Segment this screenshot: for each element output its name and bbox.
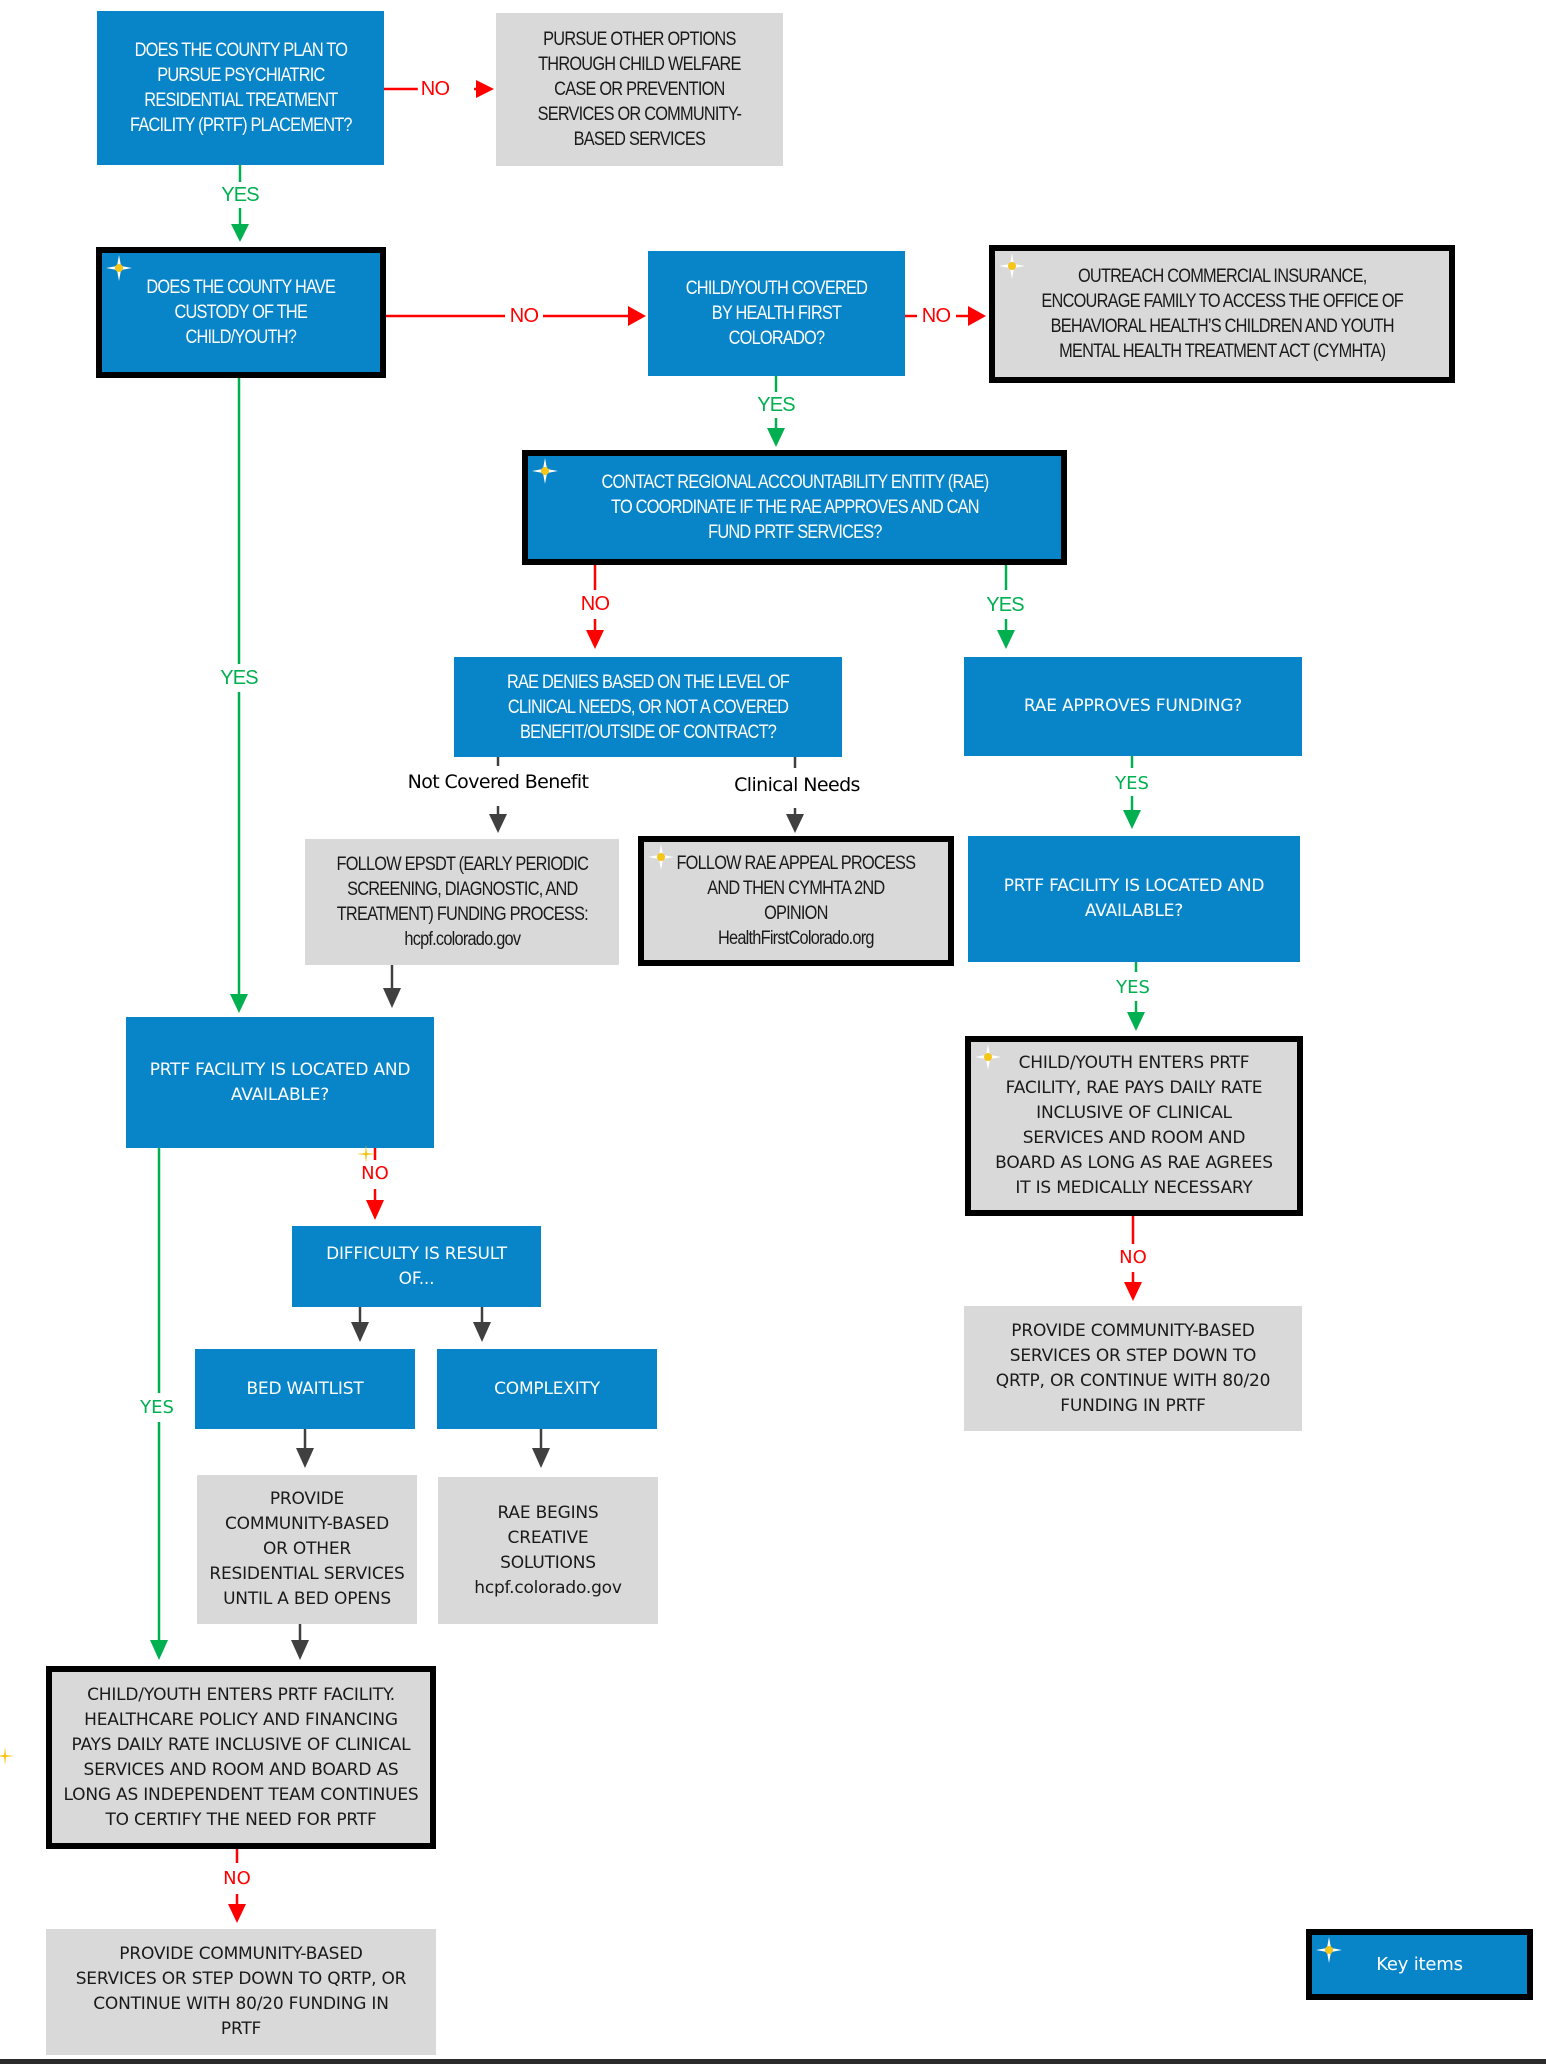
outcome-provide-residential-text: PROVIDE COMMUNITY-BASED OR OTHER RESIDEN… [209, 1489, 405, 1609]
sparkle-star-icon [357, 1145, 375, 1163]
outcome-provide-community-left-text: PROVIDE COMMUNITY-BASED SERVICES OR STEP… [75, 1944, 407, 2039]
decision-rae-approves: RAE APPROVES FUNDING? [964, 657, 1302, 756]
option-complexity-text: COMPLEXITY [494, 1378, 600, 1399]
decision-pursue-prtf: DOES THE COUNTY PLAN TO PURSUE PSYCHIATR… [97, 11, 384, 165]
option-bed-waitlist: BED WAITLIST [195, 1349, 415, 1429]
decision-pursue-prtf-text: DOES THE COUNTY PLAN TO PURSUE PSYCHIATR… [129, 40, 352, 136]
outcome-outreach-commercial: OUTREACH COMMERCIAL INSURANCE, ENCOURAGE… [989, 245, 1455, 383]
step-difficulty-result-text: DIFFICULTY IS RESULT OF... [326, 1243, 507, 1289]
outcome-pursue-other-options: PURSUE OTHER OPTIONS THROUGH CHILD WELFA… [496, 13, 783, 166]
decision-prtf-located-left: PRTF FACILITY IS LOCATED AND AVAILABLE? [126, 1017, 434, 1148]
decision-county-custody: DOES THE COUNTY HAVE CUSTODY OF THE CHIL… [96, 247, 386, 378]
outcome-provide-community-left: PROVIDE COMMUNITY-BASED SERVICES OR STEP… [46, 1929, 436, 2055]
edge-label-q1-yes: YES [218, 184, 262, 206]
edge-label-not-covered-benefit: Not Covered Benefit [404, 771, 592, 793]
arrowhead-prtf-left-yes [150, 1640, 168, 1660]
outcome-follow-epsdt: FOLLOW EPSDT (EARLY PERIODIC SCREENING, … [305, 839, 619, 965]
outcome-pursue-other-options-text: PURSUE OTHER OPTIONS THROUGH CHILD WELFA… [537, 29, 742, 150]
outcome-enters-prtf-rae: CHILD/YOUTH ENTERS PRTF FACILITY, RAE PA… [965, 1036, 1303, 1216]
legend-key-items-text: Key items [1376, 1954, 1463, 1975]
decision-rae-denies: RAE DENIES BASED ON THE LEVEL OF CLINICA… [454, 657, 842, 757]
outcome-provide-community-right: PROVIDE COMMUNITY-BASED SERVICES OR STEP… [964, 1306, 1302, 1431]
step-contact-rae: CONTACT REGIONAL ACCOUNTABILITY ENTITY (… [522, 450, 1067, 565]
decision-covered-health-first-text: CHILD/YOUTH COVERED BY HEALTH FIRST COLO… [685, 278, 868, 349]
decision-prtf-located-left-text: PRTF FACILITY IS LOCATED AND AVAILABLE? [149, 1059, 411, 1105]
arrowhead-clinical [786, 814, 804, 833]
arrowhead-hcpf-no [228, 1904, 246, 1923]
outcome-follow-rae-appeal: FOLLOW RAE APPEAL PROCESS AND THEN CYMHT… [638, 836, 954, 966]
arrowhead-bed-provide [296, 1448, 314, 1468]
step-difficulty-result: DIFFICULTY IS RESULT OF... [292, 1226, 541, 1307]
arrowhead-approves-yes [1123, 810, 1141, 829]
step-contact-rae-text: CONTACT REGIONAL ACCOUNTABILITY ENTITY (… [601, 472, 989, 543]
outcome-provide-community-right-text: PROVIDE COMMUNITY-BASED SERVICES OR STEP… [995, 1320, 1271, 1416]
edge-label-q1-no: NO [417, 78, 453, 100]
sparkle-star-icon [106, 255, 132, 281]
edge-label-hcpf-no: NO [220, 1868, 254, 1890]
decision-rae-denies-text: RAE DENIES BASED ON THE LEVEL OF CLINICA… [506, 671, 790, 743]
outcome-enters-prtf-hcpf: CHILD/YOUTH ENTERS PRTF FACILITY. HEALTH… [46, 1666, 436, 1849]
edge-label-prtf-left-no: NO [358, 1163, 392, 1185]
edge-label-approves-yes: YES [1112, 773, 1152, 795]
sparkle-star-icon [648, 844, 674, 870]
decision-prtf-located-right-text: PRTF FACILITY IS LOCATED AND AVAILABLE? [1003, 876, 1265, 921]
outcome-provide-residential: PROVIDE COMMUNITY-BASED OR OTHER RESIDEN… [197, 1475, 417, 1624]
arrowhead-prtf-right-yes [1127, 1012, 1145, 1031]
arrowhead-enters-rae-no [1124, 1282, 1142, 1301]
outcome-follow-epsdt-text: FOLLOW EPSDT (EARLY PERIODIC SCREENING, … [336, 854, 588, 950]
arrowhead-rae-yes [997, 630, 1015, 649]
edge-label-rae-yes: YES [983, 594, 1027, 616]
arrowhead-epsdt-down [383, 988, 401, 1008]
edge-label-prtf-right-yes: YES [1113, 977, 1153, 999]
arrowhead-q1-no [476, 80, 494, 98]
decision-rae-approves-text: RAE APPROVES FUNDING? [1023, 696, 1243, 716]
flowchart-canvas: NO YES NO NO YES YES NO YES Not Covered … [0, 0, 1546, 2064]
edge-label-rae-no: NO [577, 593, 613, 615]
arrowhead-custody-no [628, 306, 646, 326]
sparkle-star-icon [532, 458, 558, 484]
arrowhead-complexity-creative [532, 1448, 550, 1468]
bottom-edge-bar [0, 2059, 1546, 2064]
arrowhead-prtf-left-no [366, 1200, 384, 1220]
edge-label-custody-no: NO [506, 305, 542, 327]
arrowhead-covered-no [968, 306, 986, 326]
arrowhead-residential-hcpf [291, 1640, 309, 1660]
edge-label-prtf-left-yes: YES [137, 1397, 177, 1419]
decision-county-custody-text: DOES THE COUNTY HAVE CUSTODY OF THE CHIL… [146, 277, 337, 348]
outcome-enters-prtf-rae-text: CHILD/YOUTH ENTERS PRTF FACILITY, RAE PA… [995, 1053, 1273, 1198]
arrowhead-not-covered [489, 814, 507, 833]
arrowhead-q1-yes [231, 224, 249, 242]
outcome-outreach-commercial-text: OUTREACH COMMERCIAL INSURANCE, ENCOURAGE… [1041, 266, 1403, 362]
outcome-rae-creative-solutions: RAE BEGINS CREATIVE SOLUTIONS hcpf.color… [438, 1477, 658, 1624]
arrowhead-custody-yes [230, 994, 248, 1013]
sparkle-star-icon [975, 1044, 1001, 1070]
edge-label-enters-rae-no: NO [1116, 1247, 1150, 1269]
edge-label-covered-yes: YES [754, 394, 798, 416]
option-bed-waitlist-text: BED WAITLIST [246, 1378, 364, 1399]
decision-prtf-located-right: PRTF FACILITY IS LOCATED AND AVAILABLE? [968, 836, 1300, 962]
sparkle-star-icon [0, 1747, 14, 1765]
arrowhead-covered-yes [767, 428, 785, 447]
outcome-enters-prtf-hcpf-text: CHILD/YOUTH ENTERS PRTF FACILITY. HEALTH… [63, 1684, 419, 1830]
arrowhead-rae-no [586, 630, 604, 649]
sparkle-star-icon [1316, 1937, 1342, 1963]
decision-covered-health-first: CHILD/YOUTH COVERED BY HEALTH FIRST COLO… [648, 251, 905, 376]
outcome-follow-rae-appeal-text: FOLLOW RAE APPEAL PROCESS AND THEN CYMHT… [676, 853, 917, 949]
sparkle-star-icon [999, 253, 1025, 279]
edge-label-custody-yes: YES [217, 667, 261, 689]
edge-label-covered-no: NO [918, 305, 954, 327]
edge-label-clinical-needs: Clinical Needs [731, 774, 863, 796]
outcome-rae-creative-solutions-text: RAE BEGINS CREATIVE SOLUTIONS hcpf.color… [474, 1502, 622, 1598]
legend-key-items: Key items [1306, 1929, 1533, 2000]
arrowhead-difficulty-complexity [473, 1322, 491, 1342]
arrowhead-difficulty-bed [351, 1322, 369, 1342]
option-complexity: COMPLEXITY [437, 1349, 657, 1429]
